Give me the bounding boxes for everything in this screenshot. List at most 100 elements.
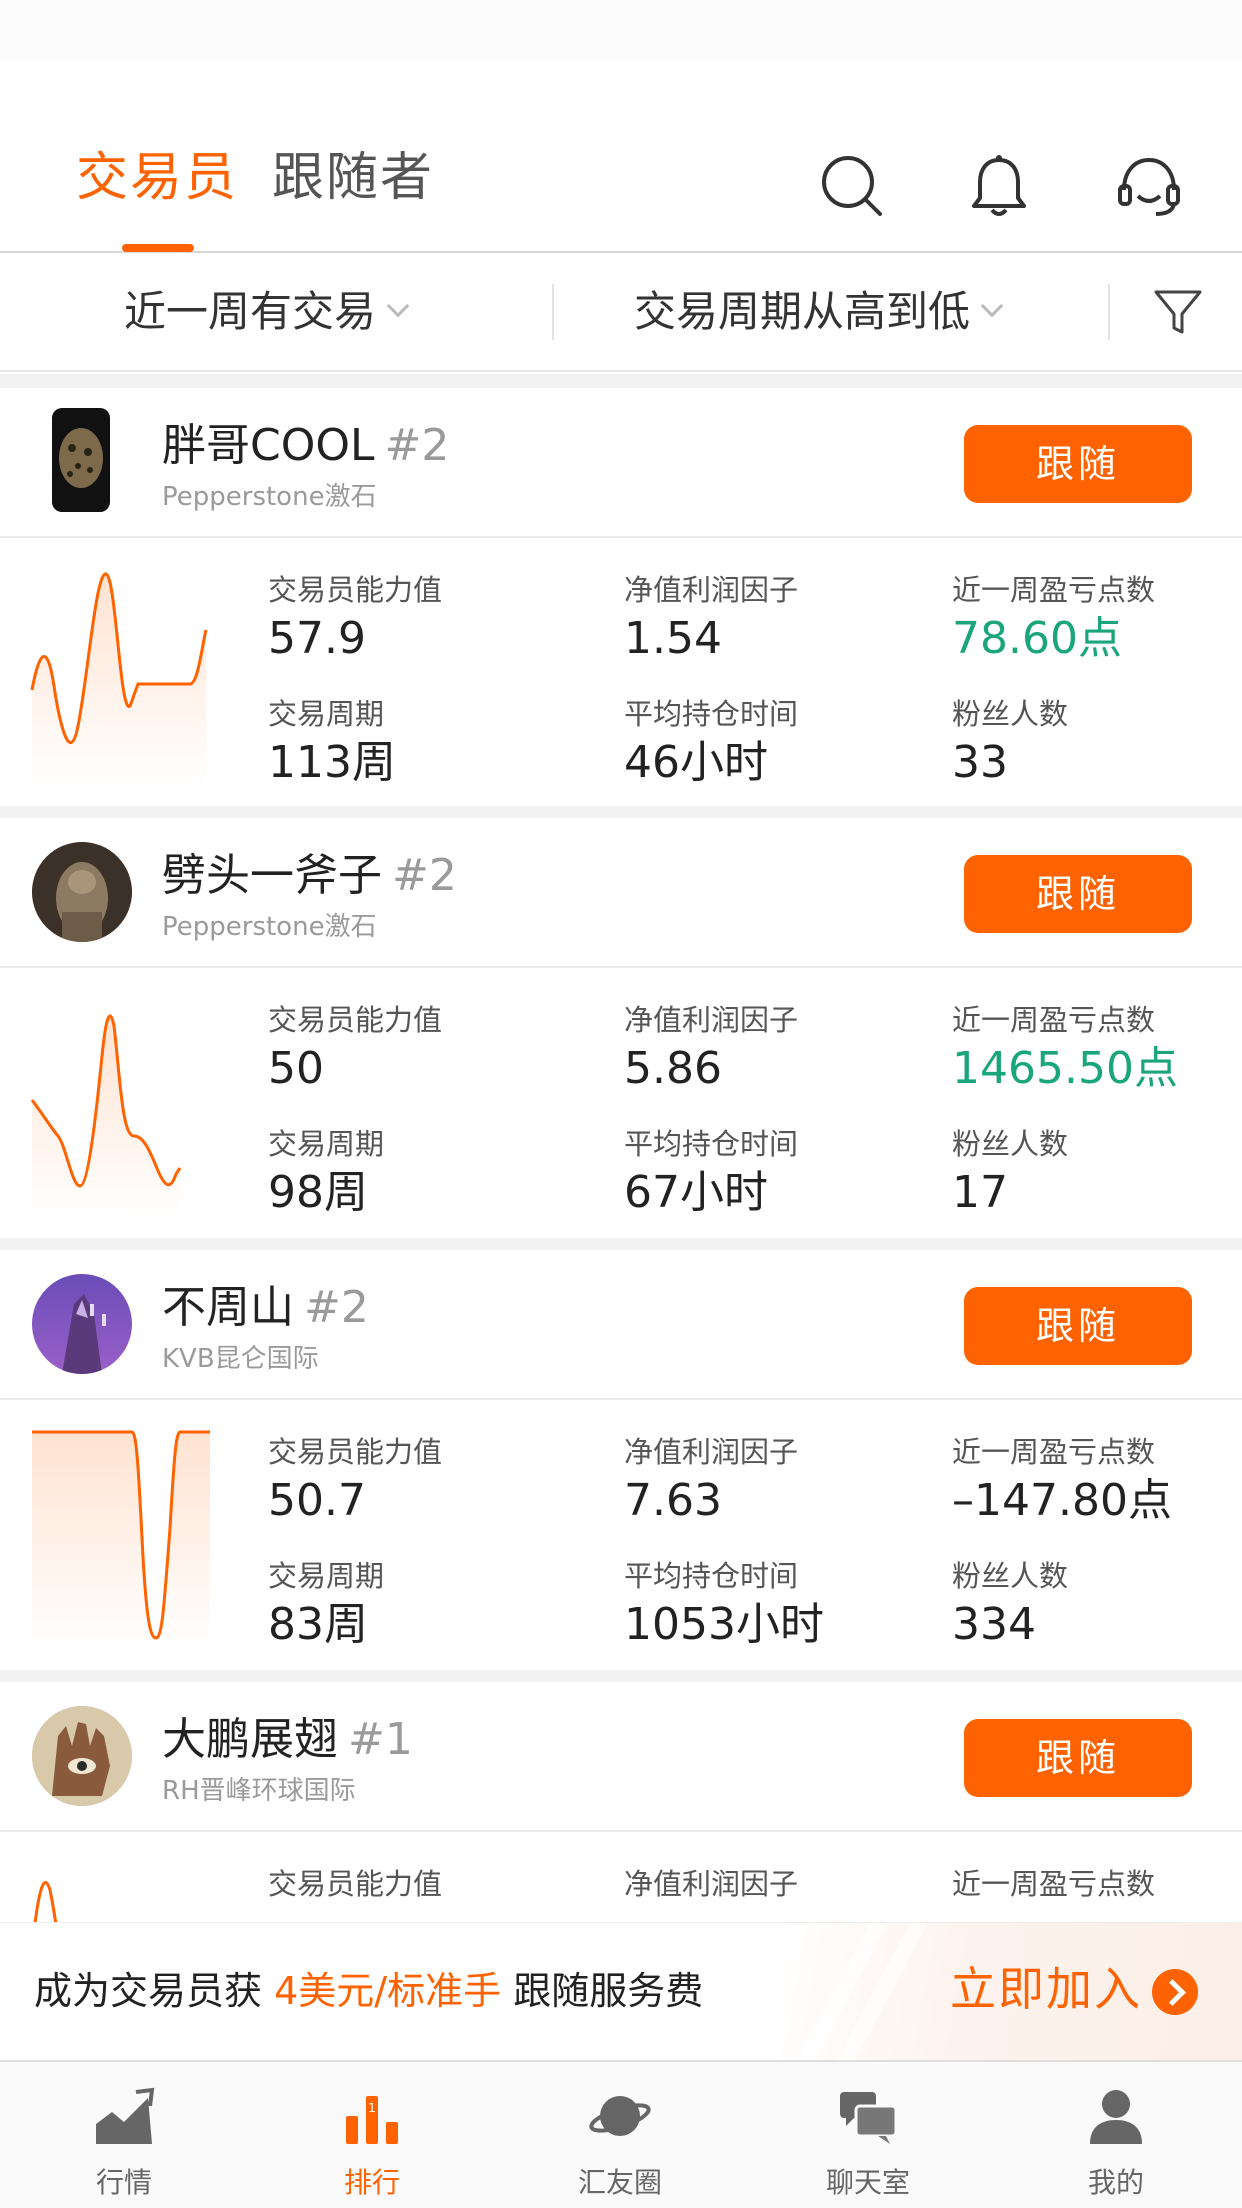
search-icon[interactable] xyxy=(818,152,888,222)
follow-button[interactable]: 跟随 xyxy=(964,855,1192,933)
svg-text:1: 1 xyxy=(368,2101,376,2115)
ability-value: 50 xyxy=(268,1043,324,1094)
nav-market[interactable]: 行情 xyxy=(44,2062,204,2208)
divider xyxy=(552,284,554,340)
active-tab-indicator xyxy=(122,244,194,252)
avg-hold-label: 平均持仓时间 xyxy=(624,697,799,731)
weekly-points-label: 近一周盈亏点数 xyxy=(952,1867,1156,1901)
avg-hold-value: 46小时 xyxy=(624,737,768,788)
trader-name-line: 大鹏展翅 #1 xyxy=(162,1712,413,1768)
bottom-nav: 行情 1 排行 汇友圈 聊天室 我的 xyxy=(0,2060,1242,2208)
weekly-points-label: 近一周盈亏点数 xyxy=(952,1435,1156,1469)
fans-label: 粉丝人数 xyxy=(952,1559,1069,1593)
ability-label: 交易员能力值 xyxy=(268,1867,443,1901)
broker-name: Pepperstone激石 xyxy=(162,912,377,942)
nav-ranking[interactable]: 1 排行 xyxy=(292,2062,452,2208)
trader-card[interactable]: 不周山 #2 KVB昆仑国际 跟随 交易员能力值 50.7 净值利润因子 7.63… xyxy=(0,1250,1242,1670)
profit-factor-label: 净值利润因子 xyxy=(624,573,799,607)
period-label: 交易周期 xyxy=(268,1559,385,1593)
trader-card-header: 不周山 #2 KVB昆仑国际 跟随 xyxy=(0,1250,1242,1400)
trader-rank: #2 xyxy=(304,1282,369,1333)
card-separator xyxy=(0,806,1242,818)
profile-icon xyxy=(1090,2090,1142,2144)
period-value: 98周 xyxy=(268,1167,368,1218)
filter-icon[interactable] xyxy=(1150,284,1206,340)
profit-factor-value: 7.63 xyxy=(624,1475,722,1526)
arrow-right-icon[interactable] xyxy=(1152,1969,1198,2015)
profit-factor-label: 净值利润因子 xyxy=(624,1867,799,1901)
trader-card-header: 胖哥COOL #2 Pepperstone激石 跟随 xyxy=(0,388,1242,538)
trader-name-line: 不周山 #2 xyxy=(162,1280,369,1336)
nav-chatroom[interactable]: 聊天室 xyxy=(788,2062,948,2208)
trader-rank: #2 xyxy=(384,420,450,471)
card-separator xyxy=(0,1670,1242,1682)
sort-dropdown[interactable]: 交易周期从高到低 xyxy=(634,284,1004,340)
tab-followers[interactable]: 跟随者 xyxy=(272,148,434,208)
trader-rank: #1 xyxy=(348,1714,413,1765)
fans-label: 粉丝人数 xyxy=(952,1127,1069,1161)
ability-label: 交易员能力值 xyxy=(268,1003,443,1037)
market-chart-icon xyxy=(96,2087,155,2144)
fans-value: 17 xyxy=(952,1167,1008,1218)
period-label: 交易周期 xyxy=(268,1127,385,1161)
follow-button[interactable]: 跟随 xyxy=(964,425,1192,503)
profit-factor-value: 5.86 xyxy=(624,1043,722,1094)
nav-label: 排行 xyxy=(343,2166,400,2199)
trader-card-header: 大鹏展翅 #1 RH晋峰环球国际 跟随 xyxy=(0,1682,1242,1832)
sort-label: 交易周期从高到低 xyxy=(634,287,971,336)
filter-bar: 近一周有交易 交易周期从高到低 xyxy=(0,254,1242,372)
weekly-points-value: 78.60点 xyxy=(952,613,1122,664)
tab-traders[interactable]: 交易员 xyxy=(76,148,238,208)
follow-button[interactable]: 跟随 xyxy=(964,1719,1192,1797)
equity-sparkline xyxy=(33,1881,58,1922)
avatar[interactable] xyxy=(32,842,132,942)
nav-label: 我的 xyxy=(1087,2166,1144,2199)
join-now-link[interactable]: 立即加入 xyxy=(950,1959,1142,2019)
bell-icon[interactable] xyxy=(964,152,1034,222)
follow-button[interactable]: 跟随 xyxy=(964,1287,1192,1365)
avatar[interactable] xyxy=(32,1706,132,1806)
period-value: 83周 xyxy=(268,1599,368,1650)
banner-highlight: 4美元/标准手 xyxy=(274,1969,502,2013)
trader-card[interactable]: 大鹏展翅 #1 RH晋峰环球国际 跟随 交易员能力值 净值利润因子 近一周盈亏点数 xyxy=(0,1682,1242,1922)
equity-sparkline xyxy=(32,1430,210,1650)
avatar[interactable] xyxy=(52,408,110,512)
period-value: 113周 xyxy=(268,737,396,788)
broker-name: KVB昆仑国际 xyxy=(162,1344,319,1374)
period-label: 交易周期 xyxy=(268,697,385,731)
fans-value: 33 xyxy=(952,737,1008,788)
become-trader-banner[interactable]: 成为交易员获 4美元/标准手 跟随服务费 立即加入 xyxy=(0,1922,1242,2060)
nav-profile[interactable]: 我的 xyxy=(1036,2062,1196,2208)
trader-card[interactable]: 胖哥COOL #2 Pepperstone激石 跟随 交易员能力值 57.9 净值… xyxy=(0,388,1242,806)
avg-hold-label: 平均持仓时间 xyxy=(624,1559,799,1593)
trader-card-header: 劈头一斧子 #2 Pepperstone激石 跟随 xyxy=(0,818,1242,968)
broker-name: Pepperstone激石 xyxy=(162,482,377,512)
planet-icon xyxy=(589,2096,651,2136)
time-filter-dropdown[interactable]: 近一周有交易 xyxy=(124,284,410,340)
nav-label: 汇友圈 xyxy=(577,2166,662,2199)
trader-name: 胖哥COOL xyxy=(162,420,375,471)
chevron-down-icon xyxy=(980,294,1004,318)
trader-name: 大鹏展翅 xyxy=(162,1714,338,1765)
equity-sparkline xyxy=(30,572,208,788)
status-bar xyxy=(0,0,1242,60)
nav-community[interactable]: 汇友圈 xyxy=(540,2062,700,2208)
fans-label: 粉丝人数 xyxy=(952,697,1069,731)
headset-icon[interactable] xyxy=(1114,152,1184,222)
chat-icon xyxy=(840,2092,898,2144)
nav-label: 聊天室 xyxy=(825,2166,910,2199)
chevron-down-icon xyxy=(386,294,410,318)
broker-name: RH晋峰环球国际 xyxy=(162,1776,356,1806)
top-header: 交易员 跟随者 xyxy=(0,60,1242,253)
avg-hold-value: 1053小时 xyxy=(624,1599,824,1650)
fans-value: 334 xyxy=(952,1599,1036,1650)
avatar[interactable] xyxy=(32,1274,132,1374)
trader-card[interactable]: 劈头一斧子 #2 Pepperstone激石 跟随 交易员能力值 50 净值利润因… xyxy=(0,818,1242,1238)
avg-hold-label: 平均持仓时间 xyxy=(624,1127,799,1161)
weekly-points-label: 近一周盈亏点数 xyxy=(952,1003,1156,1037)
weekly-points-value: 1465.50点 xyxy=(952,1043,1178,1094)
equity-sparkline xyxy=(30,1014,182,1218)
profit-factor-value: 1.54 xyxy=(624,613,722,664)
ability-label: 交易员能力值 xyxy=(268,1435,443,1469)
trader-name: 不周山 xyxy=(162,1282,294,1333)
